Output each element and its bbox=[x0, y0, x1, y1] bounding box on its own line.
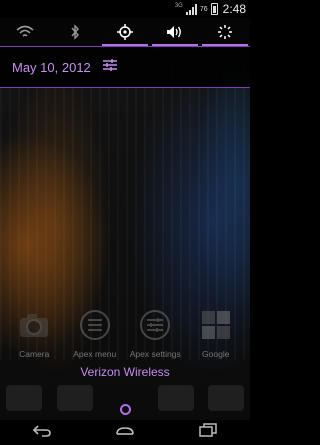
notification-header: May 10, 2012 bbox=[0, 46, 250, 88]
date-label: May 10, 2012 bbox=[12, 59, 91, 75]
settings-button[interactable] bbox=[101, 58, 119, 76]
sound-toggle[interactable] bbox=[150, 18, 200, 46]
wifi-toggle[interactable] bbox=[0, 18, 50, 46]
apex-settings-icon bbox=[138, 308, 172, 342]
clock: 2:48 bbox=[222, 2, 246, 16]
app-label: Camera bbox=[19, 349, 50, 359]
recent-apps-icon bbox=[199, 423, 218, 442]
home-icon bbox=[114, 424, 136, 442]
app-apex-settings[interactable]: Apex settings bbox=[127, 308, 183, 368]
shade-handle[interactable] bbox=[115, 399, 135, 419]
app-label: Apex settings bbox=[129, 349, 181, 359]
status-bar: 3G 76 2:48 bbox=[0, 0, 250, 18]
camera-icon bbox=[17, 308, 51, 342]
battery-icon bbox=[210, 3, 218, 15]
handle-ring-icon bbox=[119, 403, 131, 415]
app-camera[interactable]: Camera bbox=[6, 308, 62, 368]
dock-app[interactable] bbox=[6, 385, 42, 411]
quick-toggles bbox=[0, 18, 250, 46]
back-button[interactable] bbox=[27, 423, 57, 443]
navigation-bar bbox=[0, 420, 250, 445]
wifi-icon bbox=[16, 25, 34, 39]
app-apex-menu[interactable]: Apex menu bbox=[67, 308, 123, 368]
recents-button[interactable] bbox=[193, 423, 223, 443]
bluetooth-icon bbox=[70, 24, 80, 40]
signal-icon bbox=[185, 3, 197, 15]
gps-icon bbox=[116, 23, 134, 41]
network-type: 3G bbox=[174, 3, 183, 9]
sound-icon bbox=[166, 25, 184, 39]
dock-app[interactable] bbox=[157, 385, 194, 411]
google-folder-icon bbox=[199, 308, 233, 342]
back-icon bbox=[32, 424, 52, 442]
app-google-folder[interactable]: Google bbox=[188, 308, 244, 368]
app-label: Apex menu bbox=[73, 349, 117, 359]
bluetooth-toggle[interactable] bbox=[50, 18, 100, 46]
app-label: Google bbox=[202, 349, 230, 359]
dock-app[interactable] bbox=[208, 385, 244, 411]
home-app-row: Camera Apex menu Apex settings Google bbox=[0, 308, 250, 368]
settings-sliders-icon bbox=[102, 57, 118, 78]
battery-percent: 76 bbox=[199, 5, 208, 13]
home-button[interactable] bbox=[110, 423, 140, 443]
apex-menu-icon bbox=[78, 308, 112, 342]
gps-toggle[interactable] bbox=[100, 18, 150, 46]
brightness-toggle[interactable] bbox=[200, 18, 250, 46]
brightness-icon bbox=[217, 24, 233, 40]
carrier-label: Verizon Wireless bbox=[80, 365, 170, 379]
dock-app[interactable] bbox=[56, 385, 93, 411]
